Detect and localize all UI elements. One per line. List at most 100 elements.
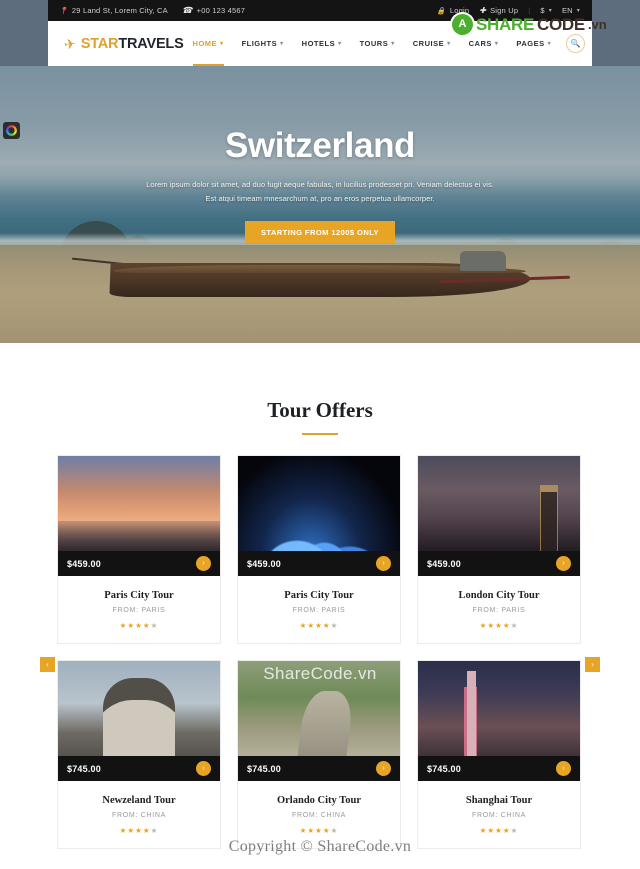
nav-item-cruise[interactable]: CRUISE ▾ <box>404 21 460 66</box>
chevron-down-icon: ▾ <box>547 41 552 47</box>
chevron-down-icon: ▾ <box>391 41 395 47</box>
top-bar-contact: 29 Land St, Lorem City, CA +00 123 4567 <box>48 6 245 15</box>
nav-label: HOTELS <box>301 39 336 48</box>
main-navigation: HOME ▾ FLIGHTS ▾ HOTELS ▾ TOURS ▾ CRUISE… <box>184 21 598 67</box>
chevron-down-icon: ▾ <box>220 41 224 47</box>
nav-item-hotels[interactable]: HOTELS ▾ <box>293 21 351 66</box>
nav-item-flights[interactable]: FLIGHTS ▾ <box>233 21 293 66</box>
phone-text: +00 123 4567 <box>196 6 246 15</box>
login-label: Login <box>449 6 470 15</box>
tour-title: Paris City Tour <box>284 590 354 601</box>
hero-content: Switzerland Lorem ipsum dolor sit amet, … <box>0 126 640 245</box>
nav-label: TOURS <box>359 39 389 48</box>
tour-card-body: Orlando City Tour FROM: CHINA ★★★★★ <box>238 781 400 848</box>
hero-banner: Switzerland Lorem ipsum dolor sit amet, … <box>0 66 640 343</box>
tour-card-media: $745.00 › <box>238 661 400 781</box>
chevron-down-icon: ▾ <box>576 8 580 14</box>
tour-price-bar: $745.00 › <box>418 756 580 781</box>
tour-origin: FROM: PARIS <box>472 607 526 614</box>
page-root: 29 Land St, Lorem City, CA +00 123 4567 … <box>0 0 640 869</box>
logo-text: STARTRAVELS <box>81 36 184 52</box>
nav-label: HOME <box>192 39 218 48</box>
nav-label: CRUISE <box>412 39 445 48</box>
tour-card-media: $459.00 › <box>238 456 400 576</box>
tour-card-body: London City Tour FROM: PARIS ★★★★★ <box>418 576 580 643</box>
top-bar-account: Login Sign Up | $ ▾ EN ▾ <box>437 6 592 15</box>
tour-card-media: $459.00 › <box>418 456 580 576</box>
nav-label: CARS <box>468 39 492 48</box>
carousel-prev-button[interactable]: ‹ <box>40 657 55 672</box>
tour-origin: FROM: PARIS <box>112 607 166 614</box>
login-link[interactable]: Login <box>437 6 469 15</box>
signup-link[interactable]: Sign Up <box>479 6 518 15</box>
tour-card-body: Paris City Tour FROM: PARIS ★★★★★ <box>238 576 400 643</box>
logo-travels: TRAVELS <box>118 35 184 52</box>
nav-item-pages[interactable]: PAGES ▾ <box>507 21 560 66</box>
tour-price-bar: $745.00 › <box>58 756 220 781</box>
phone-icon <box>182 6 193 15</box>
tour-origin: FROM: CHINA <box>472 812 526 819</box>
site-logo[interactable]: ✈ STARTRAVELS <box>48 34 184 53</box>
chevron-down-icon: ▾ <box>447 41 451 47</box>
tour-card[interactable]: $745.00 › Shanghai Tour FROM: CHINA ★★★★… <box>417 660 581 849</box>
tour-card[interactable]: $459.00 › London City Tour FROM: PARIS ★… <box>417 455 581 644</box>
tour-card[interactable]: $745.00 › Newzeland Tour FROM: CHINA ★★★… <box>57 660 221 849</box>
tour-title: Newzeland Tour <box>102 795 176 806</box>
lock-icon <box>437 7 446 15</box>
tour-price: $745.00 <box>427 763 461 774</box>
signup-label: Sign Up <box>490 6 519 15</box>
tour-card[interactable]: $745.00 › Orlando City Tour FROM: CHINA … <box>237 660 401 849</box>
tour-price-bar: $745.00 › <box>238 756 400 781</box>
logo-star: STAR <box>80 35 119 52</box>
tour-price: $745.00 <box>67 763 101 774</box>
nav-label: FLIGHTS <box>241 39 278 48</box>
rating-stars: ★★★★★ <box>299 826 339 835</box>
tour-title: London City Tour <box>458 590 540 601</box>
site-header: ✈ STARTRAVELS HOME ▾ FLIGHTS ▾ HOTELS ▾ … <box>48 21 592 67</box>
chevron-down-icon: ▾ <box>338 41 342 47</box>
nav-item-tours[interactable]: TOURS ▾ <box>351 21 404 66</box>
arrow-right-icon[interactable]: › <box>196 556 211 571</box>
tour-price: $459.00 <box>247 558 281 569</box>
tour-price-bar: $459.00 › <box>418 551 580 576</box>
rating-stars: ★★★★★ <box>119 826 159 835</box>
carousel-next-button[interactable]: › <box>585 657 600 672</box>
tour-origin: FROM: CHINA <box>292 812 346 819</box>
tour-card[interactable]: $459.00 › Paris City Tour FROM: PARIS ★★… <box>237 455 401 644</box>
tour-card-media: $459.00 › <box>58 456 220 576</box>
tour-card-grid: $459.00 › Paris City Tour FROM: PARIS ★★… <box>57 455 583 849</box>
tour-card-body: Paris City Tour FROM: PARIS ★★★★★ <box>58 576 220 643</box>
plus-icon <box>479 7 486 15</box>
arrow-right-icon[interactable]: › <box>556 556 571 571</box>
hero-cta-button[interactable]: STARTING FROM 1200$ ONLY <box>244 221 396 245</box>
phone-item: +00 123 4567 <box>182 6 245 15</box>
address-text: 29 Land St, Lorem City, CA <box>71 6 168 15</box>
nav-item-cars[interactable]: CARS ▾ <box>460 21 508 66</box>
language-selector[interactable]: EN ▾ <box>562 6 580 15</box>
arrow-right-icon[interactable]: › <box>556 761 571 776</box>
rating-stars: ★★★★★ <box>479 621 519 630</box>
nav-item-home[interactable]: HOME ▾ <box>184 21 233 67</box>
tour-card[interactable]: $459.00 › Paris City Tour FROM: PARIS ★★… <box>57 455 221 644</box>
address-item: 29 Land St, Lorem City, CA <box>59 6 168 15</box>
section-header: Tour Offers <box>0 343 640 435</box>
chevron-down-icon: ▾ <box>280 41 284 47</box>
airplane-icon: ✈ <box>62 34 77 53</box>
tour-price: $459.00 <box>67 558 101 569</box>
tour-price: $459.00 <box>427 558 461 569</box>
tour-origin: FROM: CHINA <box>112 812 166 819</box>
hero-subtitle: Lorem ipsum dolor sit amet, ad duo fugit… <box>146 180 494 204</box>
tour-title: Orlando City Tour <box>276 795 362 806</box>
arrow-right-icon[interactable]: › <box>196 761 211 776</box>
nav-label: PAGES <box>516 39 545 48</box>
tour-card-body: Newzeland Tour FROM: CHINA ★★★★★ <box>58 781 220 848</box>
tour-price-bar: $459.00 › <box>58 551 220 576</box>
arrow-right-icon[interactable]: › <box>376 556 391 571</box>
topbar-divider: | <box>528 6 531 15</box>
arrow-right-icon[interactable]: › <box>376 761 391 776</box>
search-icon[interactable]: 🔍 <box>566 34 586 53</box>
top-bar: 29 Land St, Lorem City, CA +00 123 4567 … <box>48 0 592 21</box>
page-title: Tour Offers <box>267 398 373 422</box>
tour-card-body: Shanghai Tour FROM: CHINA ★★★★★ <box>418 781 580 848</box>
currency-selector[interactable]: $ ▾ <box>540 6 552 15</box>
